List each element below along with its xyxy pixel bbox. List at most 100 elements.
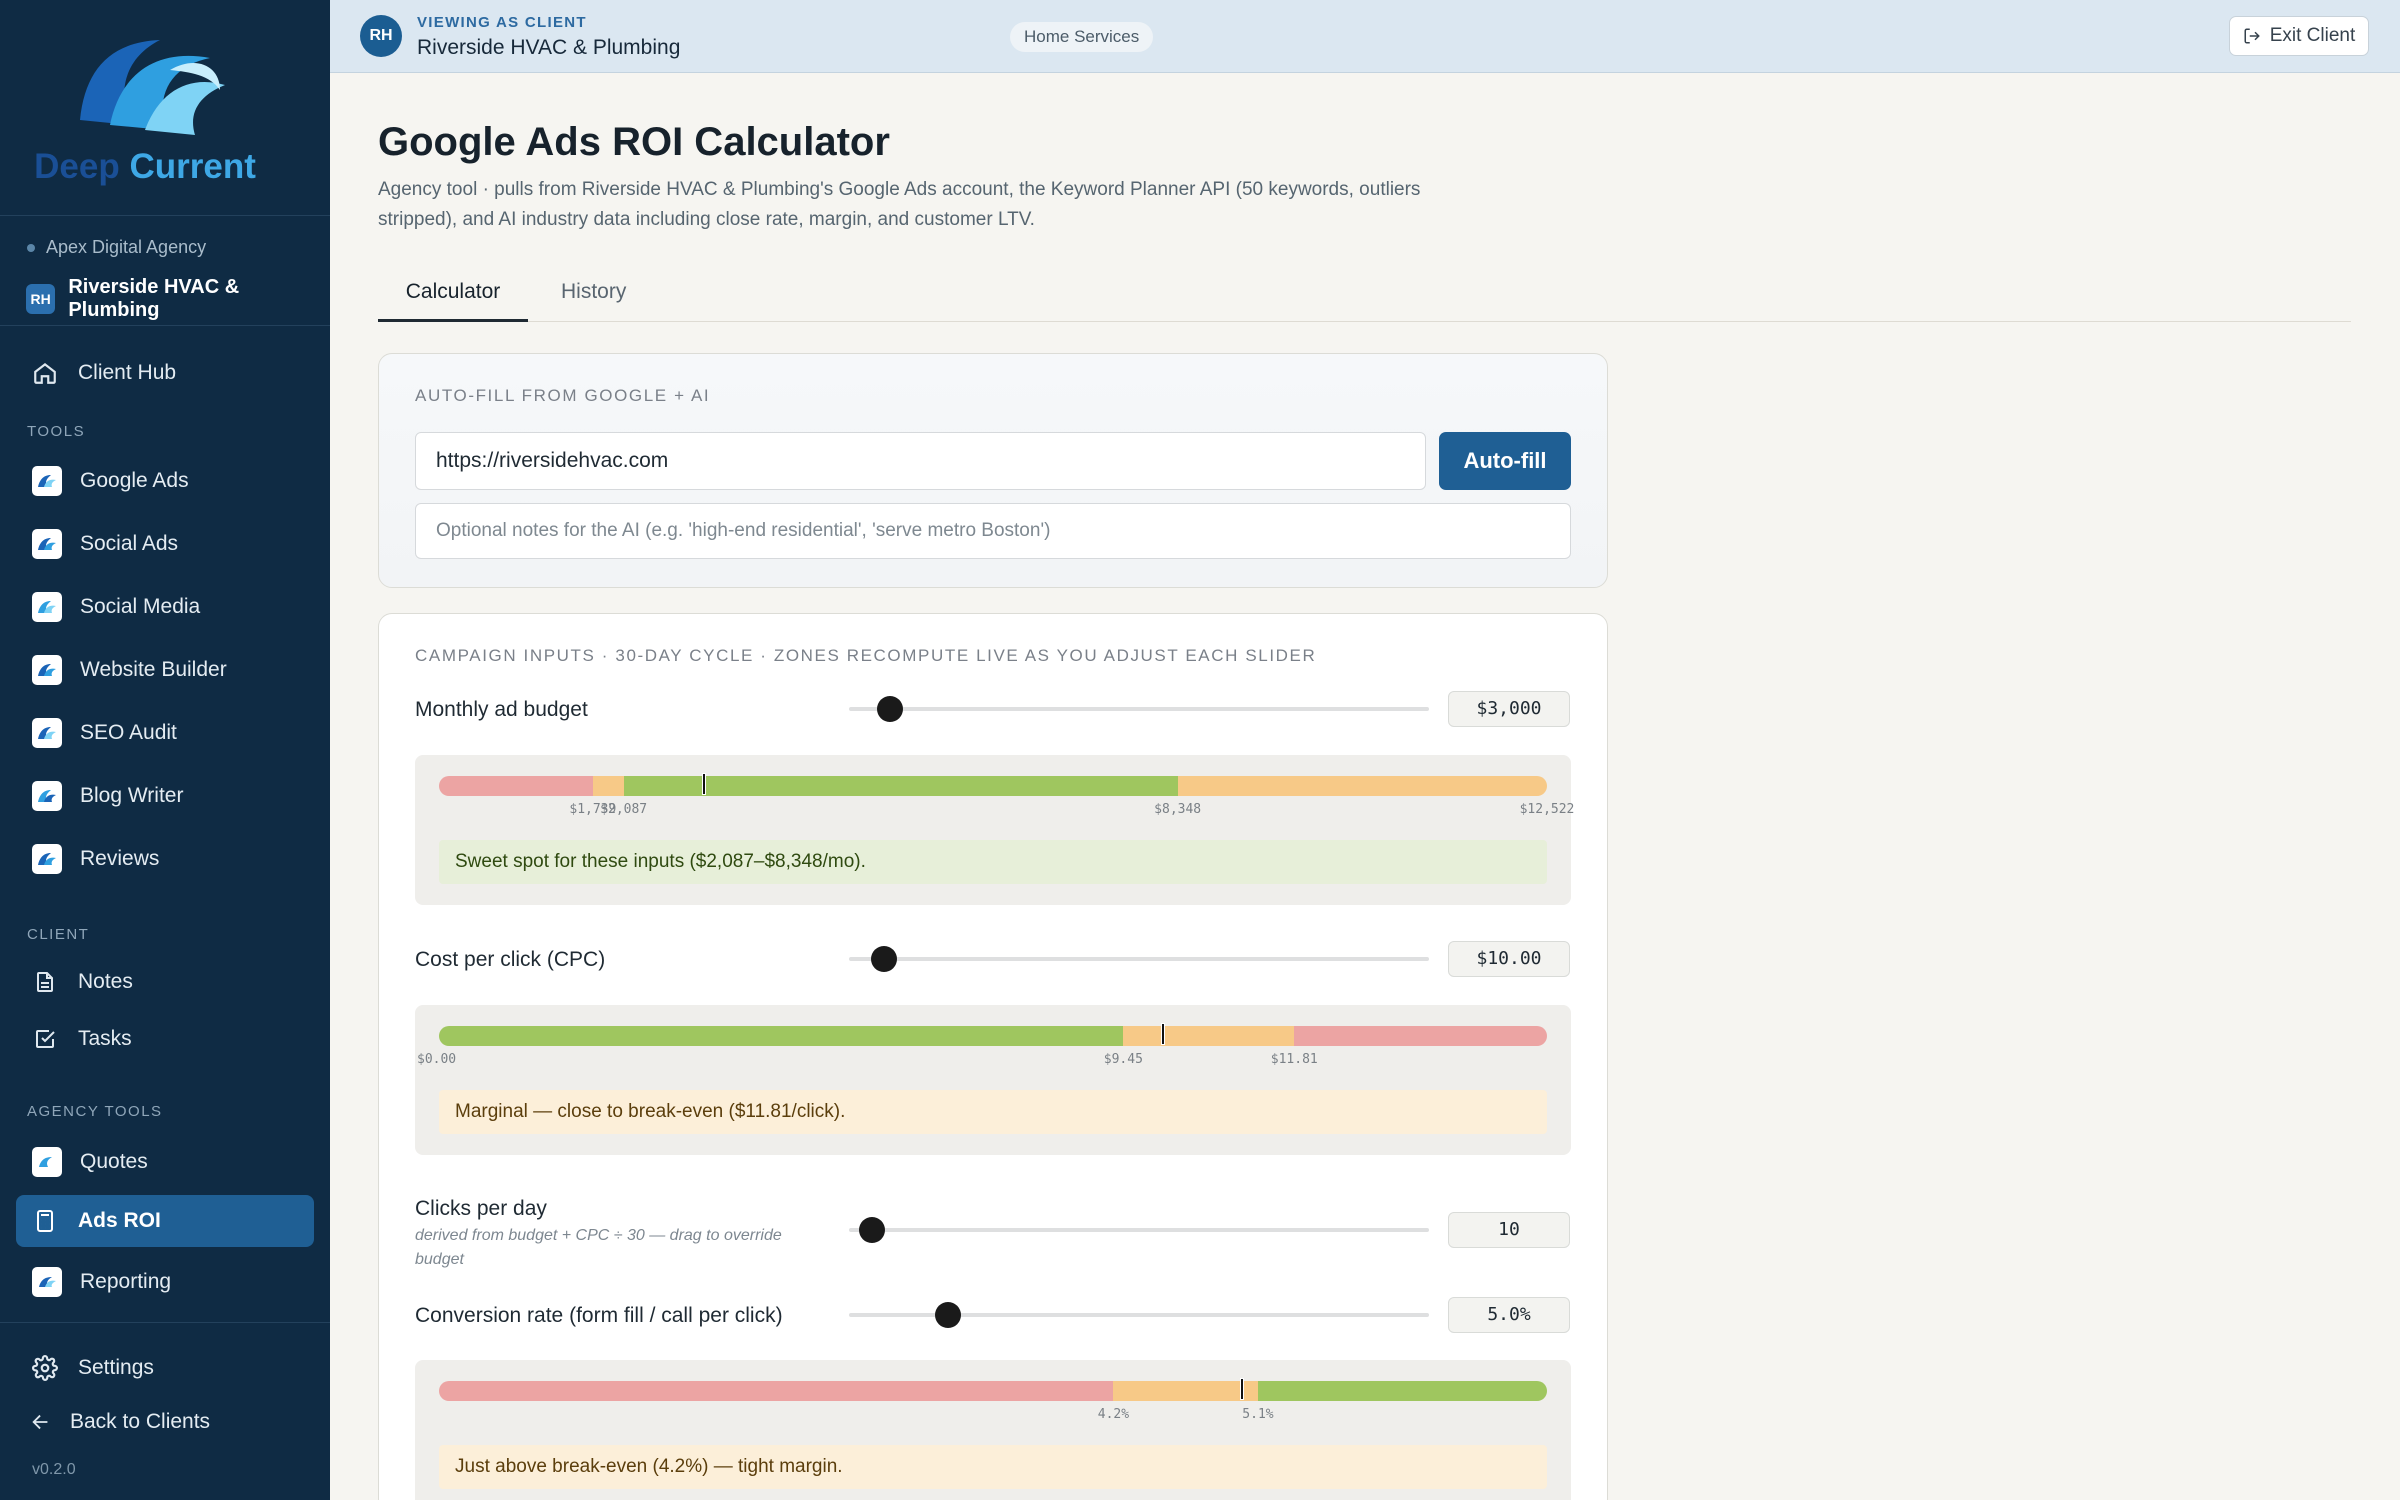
page-description: Agency tool · pulls from Riverside HVAC … [378, 179, 1421, 230]
cpc-value[interactable]: $10.00 [1448, 941, 1570, 977]
sidebar-item-settings[interactable]: Settings [16, 1342, 314, 1394]
sidebar-item-social-ads[interactable]: Social Ads [16, 518, 314, 570]
status-dot [27, 243, 35, 252]
conversion-zone-tick: 4.2% [1097, 1407, 1130, 1422]
section-label-agency-tools: AGENCY TOOLS [27, 1103, 163, 1120]
conversion-zone-bar [439, 1381, 1547, 1401]
cpc-zone-tick: $9.45 [1103, 1052, 1143, 1067]
reviews-app-icon [32, 844, 62, 874]
page-title: Google Ads ROI Calculator [378, 120, 890, 164]
cpc-label: Cost per click (CPC) [415, 948, 606, 971]
conversion-label: Conversion rate (form fill / call per cl… [415, 1304, 783, 1327]
checkbox-icon [30, 1024, 60, 1054]
client-view-banner: RH VIEWING AS CLIENT Riverside HVAC & Pl… [330, 0, 2400, 73]
slider-thumb[interactable] [859, 1217, 886, 1243]
brand-wave-icon [80, 40, 225, 135]
sidebar: Deep Current Apex Digital Agency RH Rive… [0, 0, 330, 1500]
budget-zone-panel: Sweet spot for these inputs ($2,087–$8,3… [415, 755, 1574, 905]
budget-zone-bar [439, 776, 1547, 796]
conversion-zone-segment [1113, 1381, 1258, 1401]
sidebar-divider [0, 1322, 330, 1323]
document-icon [30, 967, 60, 997]
gear-icon [30, 1353, 60, 1383]
autofill-caption: AUTO-FILL FROM GOOGLE + AI [415, 386, 711, 405]
cpc-zone-segment [439, 1026, 1124, 1046]
slider-thumb[interactable] [870, 946, 897, 972]
clicks-slider[interactable] [849, 1217, 1429, 1243]
budget-zone-message: Sweet spot for these inputs ($2,087–$8,3… [439, 840, 1547, 884]
clicks-value[interactable]: 10 [1448, 1212, 1570, 1248]
client-name: Riverside HVAC & Plumbing [68, 276, 240, 321]
arrow-left-icon [26, 1407, 56, 1437]
budget-zone-segment [592, 776, 624, 796]
client-name: Riverside HVAC & Plumbing [417, 36, 681, 59]
sidebar-item-quotes[interactable]: Quotes [16, 1136, 314, 1188]
budget-label: Monthly ad budget [415, 698, 588, 721]
conversion-value[interactable]: 5.0% [1448, 1297, 1570, 1333]
conversion-zone-segment [439, 1381, 1114, 1401]
sidebar-item-reporting[interactable]: Reporting [16, 1256, 314, 1308]
conversion-zone-panel: Just above break-even (4.2%) — tight mar… [415, 1360, 1571, 1500]
current-client[interactable]: RH Riverside HVAC & Plumbing [26, 276, 330, 322]
home-icon [30, 358, 60, 388]
clicks-label: Clicks per day [415, 1197, 547, 1220]
cpc-zone-bar [439, 1026, 1547, 1046]
exit-icon [2244, 28, 2260, 44]
exit-client-button[interactable]: Exit Client [2229, 16, 2369, 56]
app-version: v0.2.0 [32, 1461, 76, 1478]
budget-slider[interactable] [849, 696, 1429, 722]
seo-audit-app-icon [32, 718, 62, 748]
cpc-slider[interactable] [849, 946, 1429, 972]
budget-zone-tick: $12,522 [1519, 802, 1575, 817]
autofill-button[interactable]: Auto-fill [1439, 432, 1571, 490]
budget-zone-tick: $8,348 [1154, 802, 1202, 817]
sidebar-item-tasks[interactable]: Tasks [16, 1013, 314, 1065]
website-url-input[interactable]: https://riversidehvac.com [415, 432, 1426, 490]
slider-thumb[interactable] [876, 696, 903, 722]
campaign-inputs-caption: CAMPAIGN INPUTS · 30-DAY CYCLE · ZONES R… [415, 646, 1317, 665]
google-ads-app-icon [32, 466, 62, 496]
conversion-zone-tick: 5.1% [1242, 1407, 1274, 1422]
slider-track [849, 1228, 1429, 1232]
sidebar-item-website-builder[interactable]: Website Builder [16, 644, 314, 696]
sidebar-item-google-ads[interactable]: Google Ads [16, 455, 314, 507]
section-label-tools: TOOLS [27, 423, 86, 440]
brand-logo[interactable]: Deep Current [30, 30, 260, 190]
sidebar-divider [0, 325, 330, 326]
sidebar-item-reviews[interactable]: Reviews [16, 833, 314, 885]
social-ads-app-icon [32, 529, 62, 559]
conversion-zone-segment [1257, 1381, 1547, 1401]
tab-calculator[interactable]: Calculator [378, 280, 528, 322]
sidebar-divider [0, 215, 330, 216]
sidebar-item-ads-roi[interactable]: Ads ROI [16, 1195, 314, 1247]
website-builder-app-icon [32, 655, 62, 685]
conversion-current-marker [1239, 1378, 1244, 1400]
slider-track [849, 707, 1429, 711]
conversion-zone-message: Just above break-even (4.2%) — tight mar… [439, 1445, 1547, 1489]
sidebar-item-client-hub[interactable]: Client Hub [16, 347, 314, 399]
budget-zone-segment [623, 776, 1178, 796]
sidebar-item-notes[interactable]: Notes [16, 956, 314, 1008]
agency-name: Apex Digital Agency [27, 237, 206, 258]
ai-notes-input[interactable]: Optional notes for the AI (e.g. 'high-en… [415, 503, 1571, 559]
industry-badge: Home Services [1010, 22, 1154, 52]
cpc-zone-tick: $11.81 [1270, 1052, 1318, 1067]
conversion-slider[interactable] [849, 1302, 1429, 1328]
budget-value[interactable]: $3,000 [1448, 691, 1570, 727]
tab-history[interactable]: History [561, 280, 626, 304]
back-to-clients-link[interactable]: Back to Clients [16, 1396, 314, 1448]
viewing-as-label: VIEWING AS CLIENT [417, 14, 587, 31]
calculator-icon [30, 1206, 60, 1236]
budget-zone-segment [1177, 776, 1547, 796]
tab-bar: Calculator History [378, 270, 2351, 322]
cpc-zone-message: Marginal — close to break-even ($11.81/c… [439, 1090, 1547, 1134]
client-avatar: RH [26, 284, 56, 314]
sidebar-item-blog-writer[interactable]: Blog Writer [16, 770, 314, 822]
sidebar-item-seo-audit[interactable]: SEO Audit [16, 707, 314, 759]
sidebar-item-social-media[interactable]: Social Media [16, 581, 314, 633]
section-label-client: CLIENT [27, 926, 90, 943]
reporting-app-icon [32, 1267, 62, 1297]
budget-zone-segment [439, 776, 593, 796]
cpc-zone-panel: Marginal — close to break-even ($11.81/c… [415, 1005, 1571, 1155]
slider-thumb[interactable] [934, 1302, 961, 1328]
